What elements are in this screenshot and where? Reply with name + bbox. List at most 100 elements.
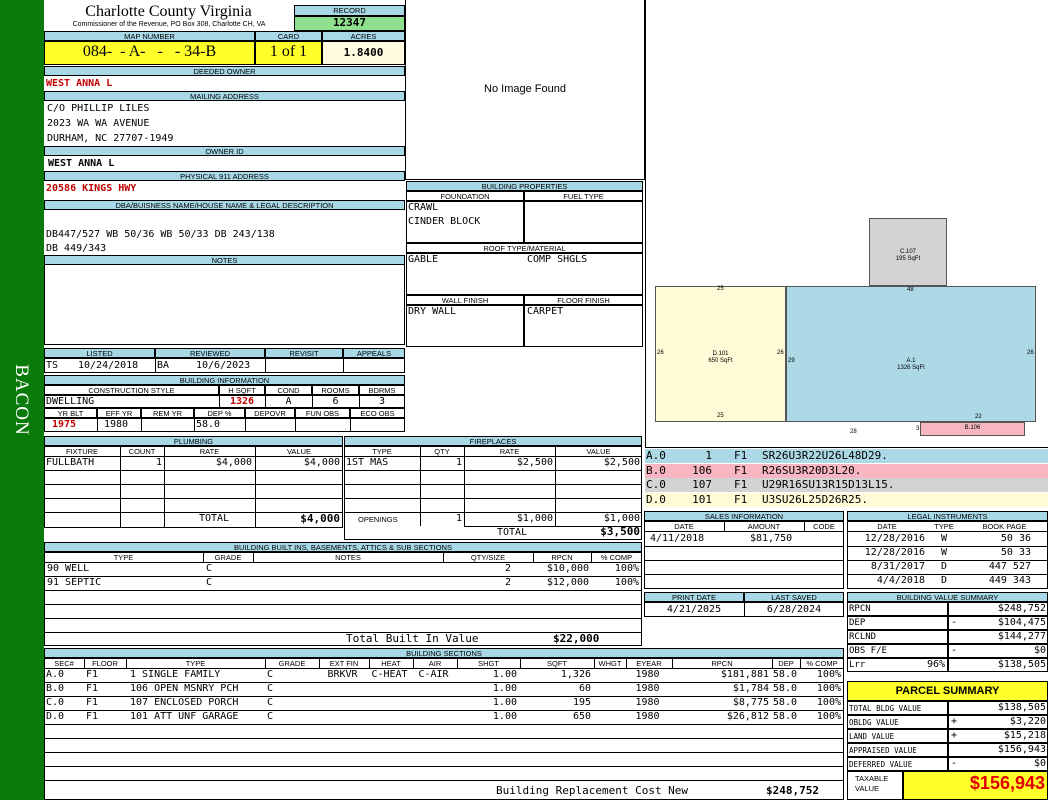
section-cell: 1.00 (492, 711, 517, 722)
fuel-type-header: FUEL TYPE (524, 191, 643, 201)
appeals-header: APPEALS (343, 348, 405, 358)
sketch-label-c107: C.107 (899, 249, 916, 255)
section-cell: 1980 (635, 683, 660, 694)
taxable-label: TAXABLE VALUE (855, 774, 889, 793)
legal-instruments-header: LEGAL INSTRUMENTS (847, 511, 1048, 521)
rooms: 6 (332, 396, 339, 407)
section-cell: 58.0 (772, 697, 797, 708)
floor-finish: CARPET (527, 306, 564, 317)
foundation-header: FOUNDATION (406, 191, 524, 201)
building-info-header: BUILDING INFORMATION (44, 375, 405, 385)
built-in-type: 91 SEPTIC (47, 577, 102, 588)
legal-book-page: 50 33 (1000, 547, 1031, 558)
segment-number: 107 (692, 478, 712, 491)
fireplace-col-header: QTY (434, 447, 450, 456)
segment-path: R26SU3R20D3L20. (762, 463, 862, 477)
value-amount: $0 (1033, 645, 1046, 656)
legal-book-page: 449 343 (988, 575, 1031, 586)
map-number-header: MAP NUMBER (44, 31, 255, 41)
dim-d-top: 25 (717, 286, 724, 292)
wall-finish-header: WALL FINISH (406, 295, 524, 305)
effyr-header: EFF YR (97, 408, 141, 418)
rcn-label: Building Replacement Cost New (496, 784, 689, 797)
legal-description-header: DBA/BUISNESS NAME/HOUSE NAME & LEGAL DES… (44, 200, 405, 210)
legal-book-page: 447 527 (988, 561, 1031, 572)
fireplace-type: 1ST MAS (346, 457, 389, 468)
plumbing-col-header: RATE (199, 447, 220, 456)
legal-date: 12/28/2016 (864, 533, 925, 544)
print-date: 4/21/2025 (666, 604, 722, 615)
section-cell: F1 (86, 697, 99, 708)
sketch-label-a1: A.1 (906, 358, 916, 364)
legal-line-1: DB447/527 WB 50/36 WB 50/33 DB 243/138 (46, 229, 275, 240)
legal-type: D (940, 561, 948, 572)
segment-code: C.0 (646, 478, 666, 491)
record-header: RECORD (294, 5, 405, 16)
dim-d-right: 26 (777, 350, 784, 356)
sketch-section-a1 (786, 286, 1036, 422)
value-amount: $104,475 (997, 617, 1046, 628)
physical-address: 20586 KINGS HWY (46, 183, 137, 194)
fireplace-value: $2,500 (603, 457, 640, 468)
section-cell: 195 (572, 697, 591, 708)
value-amount: $248,752 (997, 603, 1046, 614)
segment-path: U3SU26L25D26R25. (762, 492, 868, 506)
section-cell: C (267, 711, 274, 722)
mailing-line-3: DURHAM, NC 27707-1949 (47, 133, 174, 144)
section-cell: 60 (578, 683, 591, 694)
built-ins-col-header: TYPE (113, 553, 134, 562)
built-in-grade: C (206, 563, 213, 574)
legal-date: 12/28/2016 (864, 547, 925, 558)
built-in-comp: 100% (614, 577, 639, 588)
legal-type: W (940, 547, 948, 558)
segment-number: 106 (692, 463, 712, 477)
dim-a-bot2: 3 (916, 426, 920, 432)
acres-header: ACRES (322, 31, 405, 41)
value-summary-header: BUILDING VALUE SUMMARY (847, 592, 1048, 602)
segment-floor: F1 (734, 478, 748, 491)
value-label: RPCN (849, 604, 871, 614)
section-cell: 100% (816, 711, 841, 722)
section-cell: 58.0 (772, 669, 797, 680)
sections-col-header: EYEAR (636, 659, 662, 668)
dim-a-right: 26 (1027, 350, 1034, 356)
fireplaces-total-label: TOTAL (497, 527, 528, 538)
segment-floor: F1 (734, 463, 748, 477)
fireplace-col-header: VALUE (586, 447, 611, 456)
wall-finish: DRY WALL (408, 306, 457, 317)
sections-col-header: RPCN (711, 659, 733, 668)
plumbing-total-label: TOTAL (199, 513, 230, 524)
openings-label: OPENINGS (358, 515, 398, 524)
sections-col-header: SEC# (54, 659, 74, 668)
section-cell: 1.00 (492, 669, 517, 680)
fuel-box (524, 201, 643, 243)
parcel-label: TOTAL BLDG VALUE (849, 704, 922, 713)
notes-box (44, 265, 405, 345)
sketch-label-d101-sqft: 650 SqFt (708, 358, 733, 364)
segment-floor: F1 (734, 449, 748, 462)
section-cell: C (267, 697, 274, 708)
built-ins-total-label: Total Built In Value (346, 632, 479, 645)
roof-header: ROOF TYPE/MATERIAL (406, 243, 643, 253)
built-in-rpcn: $10,000 (546, 563, 589, 574)
openings-rate: $1,000 (516, 513, 553, 524)
section-cell: 650 (572, 711, 591, 722)
listed-by: TS (46, 360, 59, 371)
plumbing-fixture: FULLBATH (46, 457, 95, 468)
reviewed-header: REVIEWED (155, 348, 265, 358)
dim-a-bot3: 22 (975, 414, 982, 420)
parcel-amount: $15,218 (1003, 730, 1046, 741)
fireplace-col-header: RATE (499, 447, 520, 456)
openings-qty: 1 (455, 513, 462, 524)
map-number: 084- - A- - - 34-B (82, 43, 217, 60)
built-ins-total: $22,000 (553, 632, 600, 645)
built-in-grade: C (206, 577, 213, 588)
built-in-rpcn: $12,000 (546, 577, 589, 588)
section-cell: BRKVR (327, 669, 358, 680)
bdrms: 3 (378, 396, 386, 407)
segment-floor: F1 (734, 492, 748, 506)
reviewed-by: BA (157, 360, 170, 371)
physical-address-header: PHYSICAL 911 ADDRESS (44, 171, 405, 181)
section-cell: 1980 (635, 669, 660, 680)
no-image-text: No Image Found (484, 83, 566, 95)
